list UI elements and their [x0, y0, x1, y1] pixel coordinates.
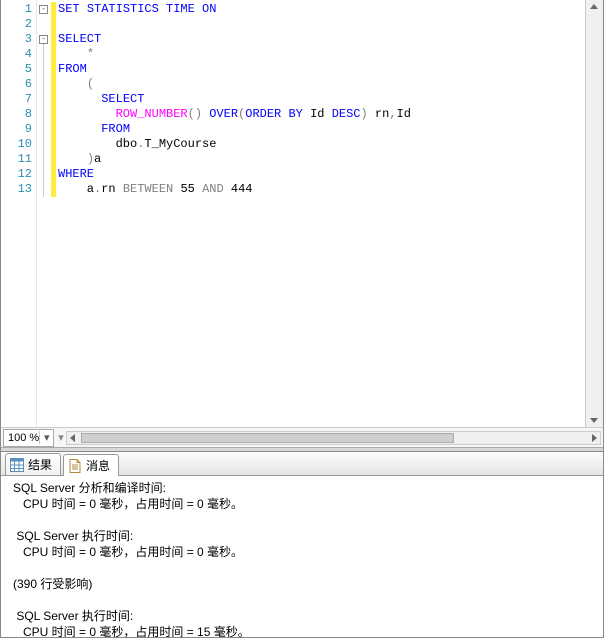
code-pane: 12345678910111213 -- SET STATISTICS TIME… [1, 0, 603, 427]
grid-icon [10, 458, 24, 472]
zoom-combo[interactable]: 100 % ▾ [3, 429, 54, 447]
sql-editor: 12345678910111213 -- SET STATISTICS TIME… [1, 0, 603, 447]
results-tabs: 结果 消息 [1, 452, 603, 476]
tab-messages-label: 消息 [86, 457, 110, 474]
dash-separator: ▾ [58, 431, 64, 444]
line-number-gutter: 12345678910111213 [1, 0, 37, 427]
tab-messages[interactable]: 消息 [63, 454, 119, 476]
scroll-up-arrow[interactable] [590, 4, 598, 9]
fold-toggle[interactable]: - [39, 35, 48, 44]
scroll-left-arrow[interactable] [70, 434, 75, 442]
fold-column: -- [37, 0, 51, 427]
zoom-value: 100 % [8, 432, 39, 444]
document-icon [68, 459, 82, 473]
horizontal-scrollbar[interactable] [66, 431, 601, 445]
tab-results-label: 结果 [28, 456, 52, 473]
vertical-scrollbar[interactable] [585, 0, 603, 427]
fold-toggle[interactable]: - [39, 5, 48, 14]
scroll-down-arrow[interactable] [590, 418, 598, 423]
messages-output[interactable]: SQL Server 分析和编译时间: CPU 时间 = 0 毫秒，占用时间 =… [1, 476, 603, 637]
editor-footer: 100 % ▾ ▾ [1, 427, 603, 447]
scroll-thumb[interactable] [81, 433, 454, 443]
scroll-right-arrow[interactable] [592, 434, 597, 442]
chevron-down-icon[interactable]: ▾ [39, 431, 53, 444]
tab-results[interactable]: 结果 [5, 453, 61, 475]
code-text[interactable]: SET STATISTICS TIME ONSELECT *FROM ( SEL… [56, 0, 585, 427]
